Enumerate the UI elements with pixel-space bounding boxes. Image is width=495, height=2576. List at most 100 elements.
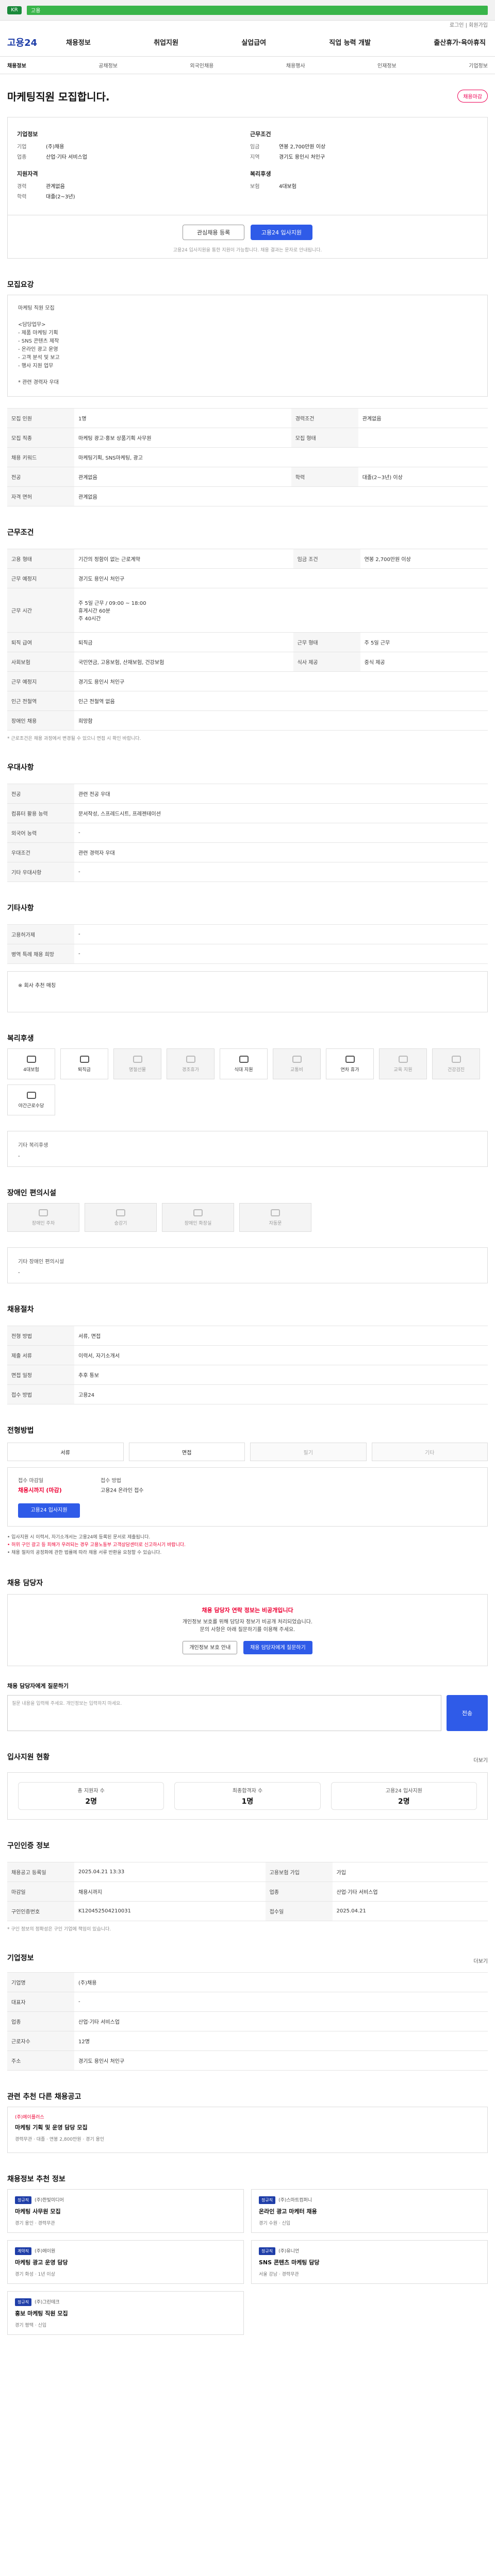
table-cell: 기업명 — [7, 1972, 74, 1992]
stat-value: 1명 — [241, 1797, 254, 1806]
table-cell: 접수 방법 — [7, 1384, 74, 1404]
method-item: 서류 — [7, 1443, 124, 1461]
rec-card[interactable]: 정규직 (주)한빛미디어 마케팅 사무원 모집 경기 용인 · 경력무관 — [7, 2189, 244, 2233]
table-cell: 희망함 — [74, 710, 488, 731]
qna-send-button[interactable]: 전송 — [447, 1695, 488, 1731]
welfare-item: 명절선물 — [113, 1048, 161, 1079]
company-more-link[interactable]: 더보기 — [473, 1957, 488, 1964]
table-cell: 임금 조건 — [293, 549, 360, 569]
summary-qual-heading: 지원자격 — [17, 171, 38, 177]
apply-note: 고용24 입사지원을 통한 지원이 가능합니다. 채용 결과는 문자로 안내됩니… — [173, 248, 322, 253]
top-banner: KR 고용 — [0, 0, 495, 21]
convenience-etc-value: - — [18, 1270, 20, 1276]
rec-company: (주)스마트컴퍼니 — [278, 2198, 312, 2203]
gnb-item-support[interactable]: 취업지원 — [152, 37, 180, 47]
apply-button[interactable]: 고용24 입사지원 — [250, 225, 312, 240]
table-row: 기타 우대사항 - — [7, 862, 488, 882]
table-cell: 2025.04.21 13:33 — [74, 1862, 266, 1882]
table-row: 채용 키워드 마케팅기획, SNS마케팅, 광고 — [7, 447, 488, 467]
subnav-item[interactable]: 외국인채용 — [190, 61, 213, 69]
table-cell: 경력조건 — [291, 408, 358, 428]
convenience-item: 승강기 — [85, 1203, 157, 1232]
subnav-item[interactable]: 기업정보 — [469, 61, 488, 69]
table-cell: (주)채용 — [74, 1972, 488, 1992]
convenience-item: 장애인 화장실 — [162, 1203, 234, 1232]
gnb-item-jobs[interactable]: 채용정보 — [64, 37, 93, 47]
rec-card[interactable]: 정규직 (주)그린테크 홍보 마케팅 직원 모집 경기 평택 · 신입 — [7, 2291, 244, 2335]
subnav-item[interactable]: 인재정보 — [377, 61, 397, 69]
table-row: 근무 예정지 경기도 용인시 처인구 — [7, 568, 488, 588]
table-row: 마감일 채용시까지 업종 산업·기타 서비스업 — [7, 1882, 488, 1902]
convenience-label: 장애인 화장실 — [184, 1221, 212, 1226]
similar-meta: 경력무관 · 대졸 · 연봉 2,800만원 · 경기 용인 — [15, 2137, 105, 2142]
table-row: 주소 경기도 용인시 처인구 — [7, 2050, 488, 2071]
door-icon — [271, 1209, 280, 1216]
interest-button[interactable]: 관심채용 등록 — [183, 225, 245, 240]
table-cell: 2025.04.21 — [332, 1901, 488, 1921]
qna-form: 질문 내용을 입력해 주세요. 개인정보는 입력하지 마세요. 전송 — [7, 1695, 488, 1731]
stat-card: 총 지원자 수 2명 — [18, 1782, 164, 1810]
rec-card[interactable]: 정규직 (주)스마트컴퍼니 온라인 광고 마케터 채용 경기 수원 · 신입 — [251, 2189, 488, 2233]
table-row: 퇴직 급여 퇴직금 근무 형태 주 5일 근무 — [7, 632, 488, 652]
similar-card[interactable]: (주)에이플러스 마케팅 기획 및 운영 담당 모집 경력무관 · 대졸 · 연… — [7, 2107, 488, 2153]
table-cell: 고용보험 가입 — [265, 1862, 333, 1882]
kv-key: 보험 — [250, 184, 260, 190]
welfare-item: 교육 지원 — [379, 1048, 427, 1079]
subnav-item[interactable]: 채용정보 — [7, 61, 26, 69]
gnb-item-leave[interactable]: 출산휴가·육아휴직 — [432, 37, 488, 47]
subnav-item[interactable]: 공채정보 — [98, 61, 118, 69]
gnb-item-unemployment[interactable]: 실업급여 — [239, 37, 268, 47]
convenience-label: 승강기 — [114, 1221, 127, 1226]
notice-bar[interactable]: 고용 — [27, 5, 488, 15]
rec-card[interactable]: 계약직 (주)에이원 마케팅 광고 운영 담당 경기 화성 · 1년 이상 — [7, 2240, 244, 2284]
table-cell: 모집 직종 — [7, 428, 74, 448]
welfare-label: 식대 지원 — [234, 1067, 253, 1073]
table-cell: 학력 — [291, 467, 358, 487]
company-table: 기업명 (주)채용 대표자 - 업종 산업·기타 서비스업 근로자수 12명 주소 경기도… — [7, 1972, 488, 2071]
subnav-item[interactable]: 채용행사 — [286, 61, 305, 69]
work-heading: 근무조건 — [7, 529, 34, 537]
similar-company: (주)에이플러스 — [15, 2115, 44, 2120]
stat-label: 고용24 입사지원 — [385, 1788, 422, 1794]
table-cell: 근무 형태 — [293, 632, 360, 652]
kv-key: 업종 — [17, 155, 27, 160]
stat-label: 최종합격자 수 — [232, 1788, 263, 1794]
contact-warn-title: 채용 담당자 연락 정보는 비공개입니다 — [202, 1607, 293, 1614]
table-row: 사회보험 국민연금, 고용보험, 산재보험, 건강보험 식사 제공 중식 제공 — [7, 652, 488, 672]
meal-icon — [239, 1055, 249, 1063]
gnb-item-training[interactable]: 직업 능력 개발 — [327, 37, 373, 47]
gift-icon — [133, 1055, 142, 1063]
table-cell: 주소 — [7, 2050, 74, 2071]
kv-value: 산업·기타 서비스업 — [46, 155, 87, 160]
rec-card[interactable]: 정규직 (주)유니언 SNS 콘텐츠 마케팅 담당 서울 강남 · 경력무관 — [251, 2240, 488, 2284]
work-note: * 근로조건은 채용 과정에서 변경될 수 있으니 면접 시 확인 바랍니다. — [7, 736, 141, 741]
privacy-button[interactable]: 개인정보 보호 안내 — [183, 1641, 238, 1654]
table-cell: 업종 — [265, 1882, 333, 1902]
table-cell: 주 5일 근무 / 09:00 ~ 18:00 휴게시간 60분 주 40시간 — [74, 588, 488, 633]
posting-note: * 구인 정보의 정확성은 구인 기업에 책임이 있습니다. — [7, 1927, 111, 1932]
welfare-etc-heading: 기타 복리후생 — [18, 1143, 48, 1148]
site-logo[interactable]: 고용24 — [7, 36, 64, 49]
kv-key: 지역 — [250, 155, 260, 160]
welfare-etc: 기타 복리후생 - — [7, 1131, 488, 1167]
recruit-heading: 모집요강 — [7, 281, 34, 289]
question-button[interactable]: 채용 담당자에게 질문하기 — [243, 1641, 312, 1654]
rec-company: (주)에이원 — [35, 2249, 56, 2254]
kv-key: 경력 — [17, 184, 27, 190]
summary-actions: 관심채용 등록 고용24 입사지원 고용24 입사지원을 통한 지원이 가능합니… — [7, 215, 488, 259]
method-list: 서류 면접 필기 기타 — [7, 1443, 488, 1461]
table-row: 근무 예정지 경기도 용인시 처인구 — [7, 671, 488, 691]
util-links[interactable]: 로그인 | 회원가입 — [0, 21, 495, 28]
stats-more-link[interactable]: 더보기 — [473, 1756, 488, 1764]
table-cell: 경기도 용인시 처인구 — [74, 671, 488, 691]
table-cell: 관련 전공 우대 — [74, 784, 488, 804]
qna-input[interactable]: 질문 내용을 입력해 주세요. 개인정보는 입력하지 마세요. — [7, 1695, 441, 1731]
table-cell: 우대조건 — [7, 842, 74, 862]
table-cell: 1명 — [74, 408, 291, 428]
table-row: 기업명 (주)채용 — [7, 1972, 488, 1992]
bus-icon — [292, 1055, 302, 1063]
apply-button-secondary[interactable]: 고용24 입사지원 — [18, 1503, 80, 1518]
pref-heading: 우대사항 — [7, 764, 34, 772]
table-cell: 중식 제공 — [360, 652, 488, 672]
summary-company-heading: 기업정보 — [17, 131, 38, 138]
